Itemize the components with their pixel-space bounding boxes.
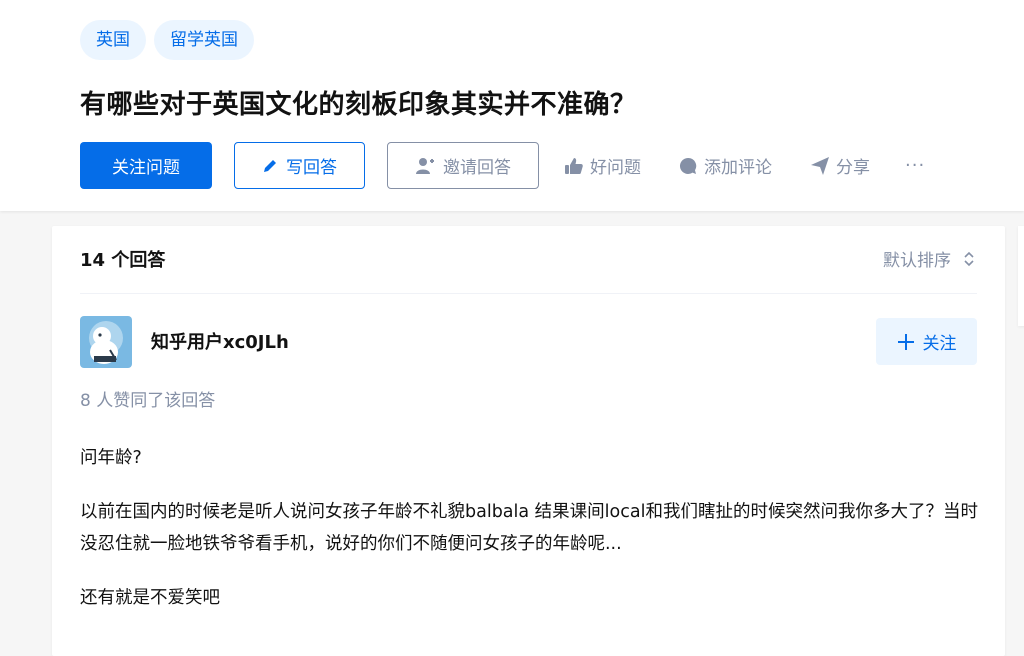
question-actions: 关注问题 写回答 邀请回答 好问题 添加评论 分享 ··· — [80, 142, 960, 189]
answers-header: 14 个回答 默认排序 — [80, 226, 977, 294]
follow-author-button[interactable]: 关注 — [876, 318, 977, 365]
write-answer-label: 写回答 — [286, 158, 337, 178]
answer-paragraph: 还有就是不爱笑吧 — [80, 588, 220, 608]
send-icon — [810, 156, 830, 176]
plus-icon — [897, 333, 915, 351]
invite-answer-button[interactable]: 邀请回答 — [387, 142, 539, 189]
sort-chevron-icon — [963, 251, 975, 267]
sidebar-panel — [1018, 226, 1024, 326]
author-name[interactable]: 知乎用户xc0JLh — [151, 328, 289, 354]
write-answer-button[interactable]: 写回答 — [234, 142, 365, 189]
vote-count: 8 人赞同了该回答 — [80, 391, 216, 411]
share-label: 分享 — [836, 158, 870, 178]
add-comment-label: 添加评论 — [704, 158, 772, 178]
good-question-label: 好问题 — [590, 158, 641, 178]
comment-icon — [678, 156, 698, 176]
pencil-icon — [262, 158, 278, 174]
sort-label: 默认排序 — [883, 251, 951, 271]
thumbs-up-icon — [564, 157, 584, 175]
answer-content: 问年龄? 以前在国内的时候老是听人说问女孩子年龄不礼貌balbala 结果课间l… — [80, 442, 980, 636]
add-comment-button[interactable]: 添加评论 — [678, 142, 772, 189]
share-button[interactable]: 分享 — [810, 142, 870, 189]
invite-user-icon — [415, 157, 435, 175]
answer-paragraph: 以前在国内的时候老是听人说问女孩子年龄不礼貌balbala 结果课间local和… — [80, 502, 978, 554]
invite-answer-label: 邀请回答 — [443, 158, 511, 178]
answer-paragraph: 问年龄? — [80, 448, 142, 468]
topic-list: 英国 留学英国 — [80, 20, 254, 60]
topic-tag[interactable]: 英国 — [80, 20, 146, 60]
topic-tag[interactable]: 留学英国 — [154, 20, 254, 60]
good-question-button[interactable]: 好问题 — [564, 142, 641, 189]
answer-count: 14 个回答 — [80, 250, 166, 271]
follow-author-label: 关注 — [922, 334, 957, 354]
question-title: 有哪些对于英国文化的刻板印象其实并不准确？ — [80, 90, 637, 120]
avatar[interactable] — [80, 316, 132, 368]
more-options-button[interactable]: ··· — [905, 142, 925, 189]
sort-dropdown[interactable]: 默认排序 — [883, 246, 975, 271]
follow-question-label: 关注问题 — [112, 158, 180, 178]
question-header: 英国 留学英国 有哪些对于英国文化的刻板印象其实并不准确？ 关注问题 写回答 邀… — [0, 0, 1024, 211]
follow-question-button[interactable]: 关注问题 — [80, 142, 212, 189]
answers-card: 14 个回答 默认排序 知乎用户xc0JLh 关注 8 人赞同了该回答 问年龄?… — [52, 226, 1005, 656]
